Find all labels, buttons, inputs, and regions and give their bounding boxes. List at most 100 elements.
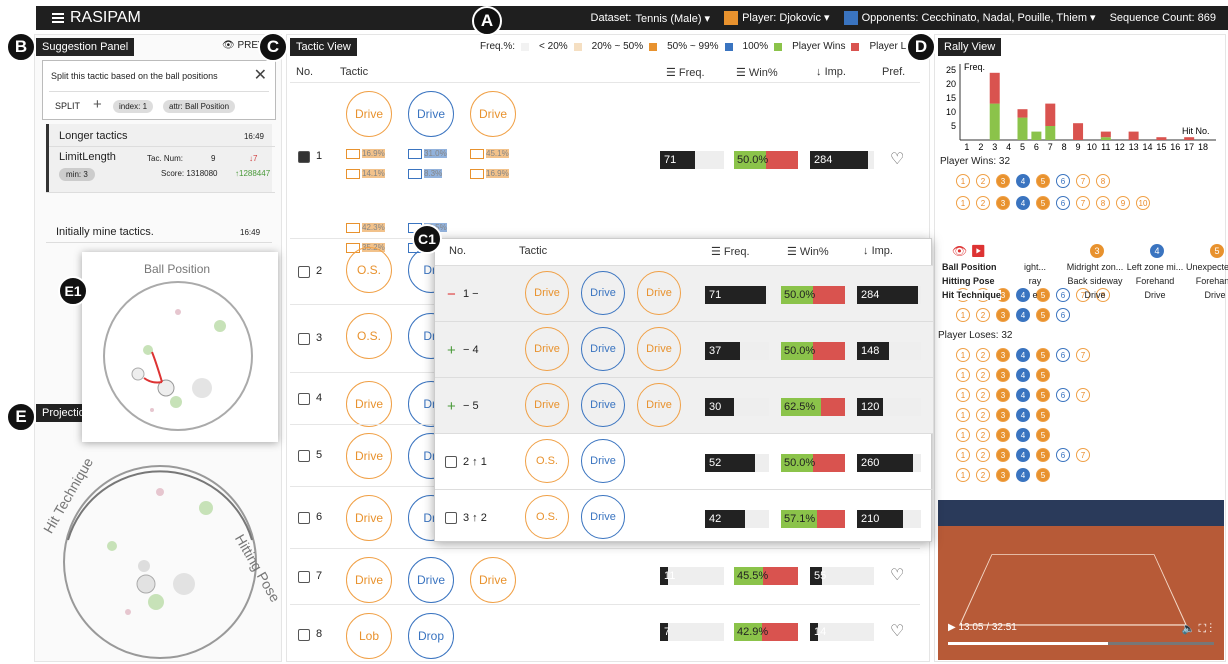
stroke-circle[interactable]: Drop xyxy=(408,613,454,659)
rally-sequence[interactable]: 1234567 xyxy=(956,348,1096,364)
rally-sequence[interactable]: 1 2 3 4 5 6 7 8 9 10 xyxy=(956,196,1156,212)
rally-col-hit[interactable]: 4 xyxy=(1150,244,1164,258)
menu-icon[interactable] xyxy=(52,13,64,23)
close-icon[interactable]: ✕ xyxy=(254,65,267,85)
popup-stroke-circle[interactable]: Drive xyxy=(637,327,681,371)
video-player[interactable]: ▶ 13:05 / 32:51 🔈 ⛶ ⋮ xyxy=(938,500,1224,660)
stroke-label: Drive xyxy=(416,573,445,587)
col-freq[interactable]: ☰ Freq. xyxy=(666,66,705,79)
popup-row[interactable]: −1 − Drive Drive Drive 71 50.0% 284 xyxy=(435,265,933,321)
stroke-circle[interactable]: Drive xyxy=(346,91,392,137)
popup-row[interactable]: 3 ↑ 2 O.S. Drive 42 57.1% 210 xyxy=(435,489,933,545)
popup-stroke-circle[interactable]: Drive xyxy=(581,495,625,539)
chip-index[interactable]: index: 1 xyxy=(113,100,154,113)
popup-stroke-circle[interactable]: Drive xyxy=(525,383,569,427)
chip-attr[interactable]: attr: Ball Position xyxy=(163,100,236,113)
rally-sequence[interactable]: 12345 xyxy=(956,408,1056,424)
stroke-circle[interactable]: Drive xyxy=(408,557,454,603)
popup-stroke-circle[interactable]: Drive xyxy=(637,383,681,427)
popup-col-win[interactable]: ☰ Win% xyxy=(787,245,829,258)
row-number: 5 xyxy=(316,449,323,461)
split-button[interactable]: SPLIT xyxy=(55,101,80,111)
col-tactic[interactable]: Tactic xyxy=(340,66,368,78)
rally-histogram[interactable]: Freq.Hit No.2520151051 2 3 4 5 6 7 8 9 10 11 12 13 14… xyxy=(936,56,1222,152)
stroke-circle[interactable]: Drive xyxy=(346,557,392,603)
tactic-row[interactable]: 7 Drive Drive Drive 11 45.5% 55 ♡ xyxy=(290,548,920,604)
opponents-select[interactable]: Opponents: Cecchinato, Nadal, Pouille, T… xyxy=(843,11,1096,26)
rally-sequence[interactable]: 123456 xyxy=(956,308,1076,324)
stroke-circle[interactable]: Lob xyxy=(346,613,392,659)
stroke-circle[interactable]: O.S. xyxy=(346,247,392,293)
popup-stroke-circle[interactable]: Drive xyxy=(581,271,625,315)
eye-icon[interactable]: 👁 ▶ xyxy=(952,244,986,258)
row-checkbox[interactable] xyxy=(298,333,310,345)
projection-zoom[interactable]: Ball Position xyxy=(82,252,278,442)
popup-stroke-label: O.S. xyxy=(535,511,558,523)
stroke-circle[interactable]: Drive xyxy=(470,91,516,137)
min-chip[interactable]: min: 3 xyxy=(59,168,95,181)
suggestion-group[interactable]: Longer tactics 16:49 LimitLength Tac. Nu… xyxy=(46,124,275,214)
popup-row-checkbox[interactable] xyxy=(445,512,457,524)
stroke-circle[interactable]: Drive xyxy=(346,433,392,479)
add-icon[interactable]: + xyxy=(447,398,456,415)
popup-stroke-circle[interactable]: O.S. xyxy=(525,495,569,539)
rally-sequence[interactable]: 12345 xyxy=(956,368,1056,384)
stroke-circle[interactable]: Drive xyxy=(408,91,454,137)
dataset-select[interactable]: Tennis (Male) ▾ xyxy=(635,12,710,25)
popup-stroke-circle[interactable]: Drive xyxy=(581,327,625,371)
add-icon[interactable]: + xyxy=(93,96,102,113)
popup-row[interactable]: + − 5 Drive Drive Drive 30 62.5% 120 xyxy=(435,377,933,433)
col-pref[interactable]: Pref. xyxy=(882,66,905,78)
popup-row-checkbox[interactable] xyxy=(445,456,457,468)
row1-stat-value: 42.3% xyxy=(362,223,385,233)
tactic-row[interactable]: 8 Lob Drop 7 42.9% 14 ♡ xyxy=(290,604,920,664)
col-win[interactable]: ☰ Win% xyxy=(736,66,778,79)
stroke-circle[interactable]: Drive xyxy=(346,381,392,427)
col-no[interactable]: No. xyxy=(296,66,313,78)
player-select[interactable]: Player: Djokovic ▾ xyxy=(724,11,830,26)
suggestion-initial[interactable]: Initially mine tactics. xyxy=(56,226,154,238)
popup-freq-value: 30 xyxy=(709,401,722,413)
popup-stroke-circle[interactable]: Drive xyxy=(637,271,681,315)
stroke-label: Drive xyxy=(354,107,383,121)
popup-row[interactable]: + − 4 Drive Drive Drive 37 50.0% 148 xyxy=(435,321,933,377)
rally-sequence[interactable]: 1234567 xyxy=(956,448,1096,464)
row-checkbox[interactable] xyxy=(298,393,310,405)
favorite-heart-icon[interactable]: ♡ xyxy=(890,621,904,641)
col-imp-label: Imp. xyxy=(824,66,846,78)
query-text[interactable]: Split this tactic based on the ball posi… xyxy=(51,71,218,81)
row-checkbox[interactable] xyxy=(298,450,310,462)
favorite-heart-icon[interactable]: ♡ xyxy=(890,149,904,169)
row-checkbox[interactable] xyxy=(298,266,310,278)
popup-stroke-circle[interactable]: Drive xyxy=(525,327,569,371)
rally-sequence[interactable]: 12345 xyxy=(956,428,1056,444)
popup-stroke-circle[interactable]: O.S. xyxy=(525,439,569,483)
stroke-circle[interactable]: Drive xyxy=(470,557,516,603)
row-checkbox[interactable] xyxy=(298,571,310,583)
popup-col-freq[interactable]: ☰ Freq. xyxy=(711,245,750,258)
popup-stroke-circle[interactable]: Drive xyxy=(581,439,625,483)
popup-stroke-circle[interactable]: Drive xyxy=(525,271,569,315)
row-checkbox[interactable] xyxy=(298,629,310,641)
video-controls[interactable]: 🔈 ⛶ ⋮ xyxy=(1182,622,1212,636)
col-imp[interactable]: ↓ Imp. xyxy=(816,66,846,78)
rally-sequence[interactable]: 1234567 xyxy=(956,388,1096,404)
stroke-circle[interactable]: Drive xyxy=(346,495,392,541)
add-icon[interactable]: + xyxy=(447,342,456,359)
popup-col-imp[interactable]: ↓ Imp. xyxy=(863,245,893,257)
opponents-swatch xyxy=(843,11,858,26)
row-checkbox[interactable] xyxy=(298,512,310,524)
rally-col-hit[interactable]: 5 xyxy=(1210,244,1224,258)
popup-row[interactable]: 2 ↑ 1 O.S. Drive 52 50.0% 260 xyxy=(435,433,933,489)
favorite-heart-icon[interactable]: ♡ xyxy=(890,565,904,585)
popup-freq-bar: 52 xyxy=(705,454,769,472)
rally-sequence[interactable]: 12345 xyxy=(956,468,1056,484)
rally-col-hit[interactable]: 3 xyxy=(1090,244,1104,258)
tactic-row[interactable]: 1 Drive Drive Drive 71 50.0% 284 ♡ 16.9% 31.0% 45.… xyxy=(290,82,920,253)
rally-sequence[interactable]: 12345678 xyxy=(956,174,1116,190)
rally-cell: ray xyxy=(1028,276,1042,286)
stroke-circle[interactable]: O.S. xyxy=(346,313,392,359)
remove-icon[interactable]: − xyxy=(447,286,456,303)
popup-stroke-circle[interactable]: Drive xyxy=(581,383,625,427)
row-checkbox[interactable] xyxy=(298,151,310,163)
